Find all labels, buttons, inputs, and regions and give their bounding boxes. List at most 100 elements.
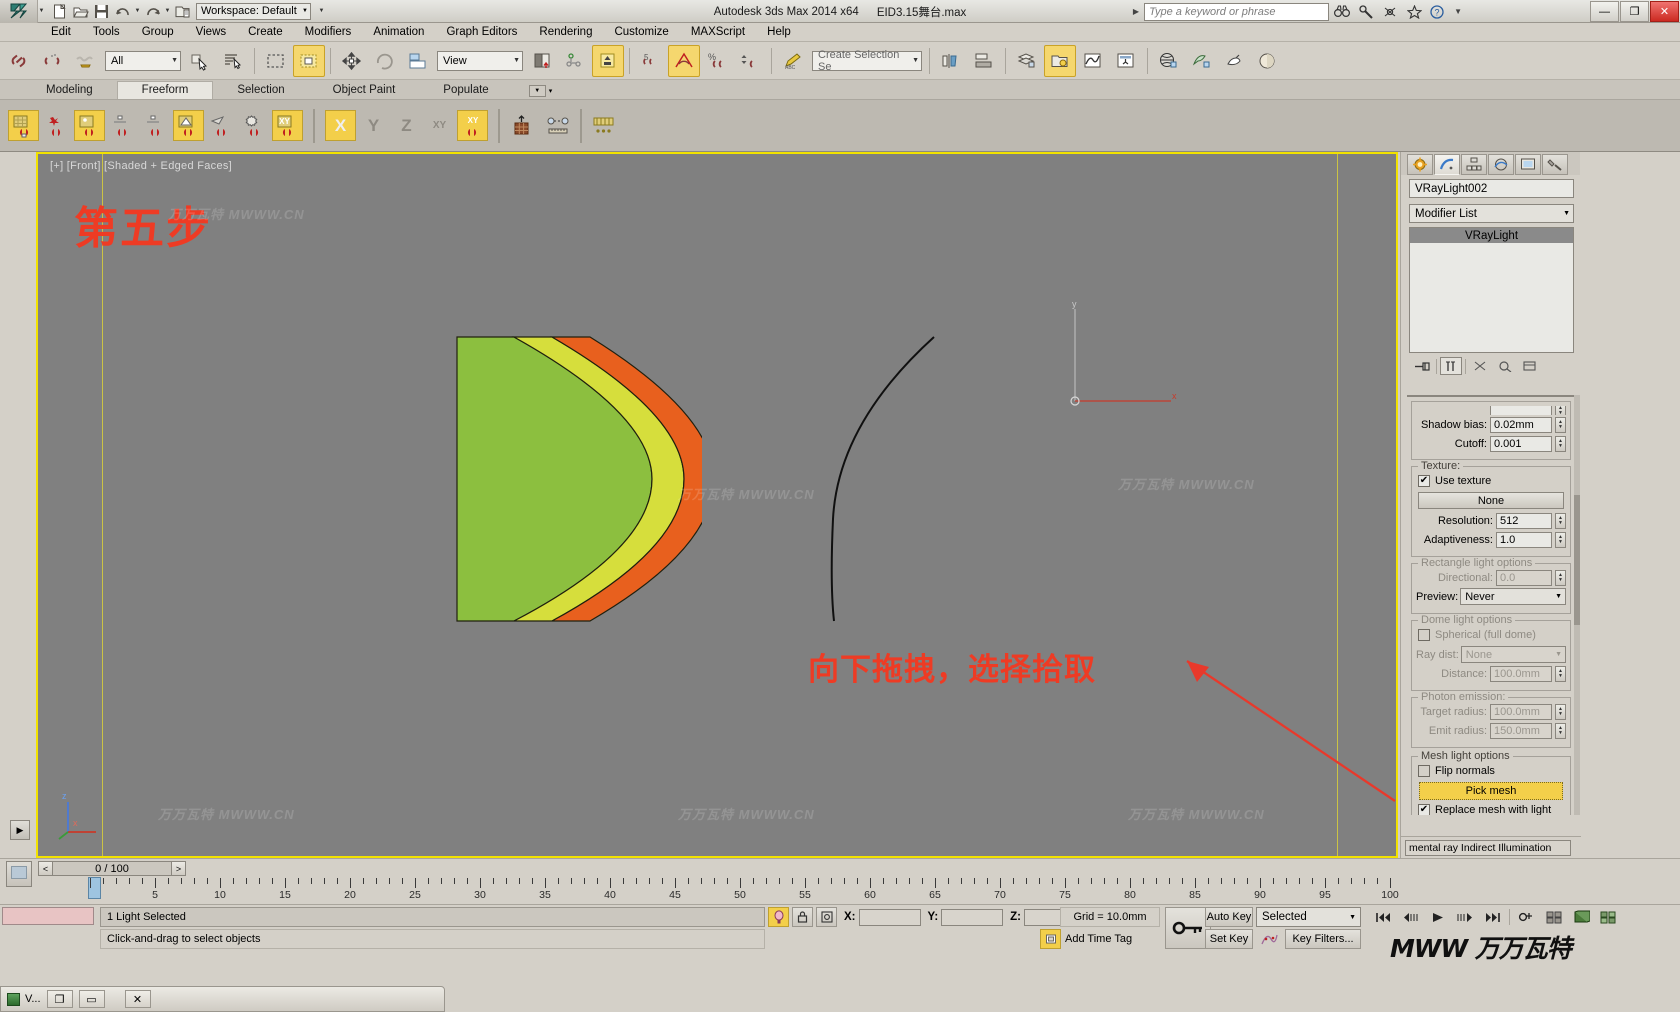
close-button[interactable]: ✕ [1650, 1, 1679, 22]
menu-customize[interactable]: Customize [603, 24, 679, 40]
workspace-chevron-icon[interactable]: ▼ [302, 8, 308, 14]
project-folder-icon[interactable] [173, 2, 192, 21]
angle-snap-active-icon[interactable] [668, 44, 700, 77]
select-and-manipulate-icon[interactable] [559, 45, 591, 77]
flip-normals-checkbox[interactable] [1418, 765, 1430, 777]
ray-dist-chevron-icon[interactable]: ▼ [1555, 651, 1562, 658]
selection-filter-chevron-icon[interactable]: ▼ [171, 57, 178, 64]
angle-snap-toggle-icon[interactable]: 5 [635, 45, 667, 77]
distance-row[interactable]: Distance: 100.0mm ▲ ▼ [1416, 665, 1566, 682]
percent-snap-toggle-icon[interactable]: % [701, 45, 733, 77]
satellite-icon[interactable] [1379, 2, 1401, 21]
adaptiveness-row[interactable]: Adaptiveness: 1.0 ▲ ▼ [1416, 531, 1566, 548]
resolution-row[interactable]: Resolution: 512 ▲ ▼ [1416, 512, 1566, 529]
measure-distance-icon[interactable] [543, 110, 574, 141]
shadow-bias-spinner[interactable]: ▲ ▼ [1555, 416, 1566, 433]
distance-spinner[interactable]: ▲ ▼ [1555, 665, 1566, 682]
redo-chevron-icon[interactable]: ▼ [164, 2, 171, 21]
curve-editor-icon[interactable] [1077, 45, 1109, 77]
make-unique-icon[interactable] [1469, 357, 1491, 375]
current-frame-display[interactable]: 0 / 100 [53, 861, 171, 876]
maximize-viewport-icon[interactable] [1596, 907, 1620, 927]
modifier-stack-item[interactable]: VRayLight [1410, 228, 1573, 243]
modifier-stack[interactable]: VRayLight [1409, 227, 1574, 353]
snaps-toggle-icon[interactable] [592, 44, 624, 77]
create-tab[interactable] [1407, 154, 1433, 175]
time-tag-icon[interactable] [1040, 929, 1061, 949]
taskbar-app-entry[interactable]: V... [7, 992, 41, 1006]
adaptiveness-spinner[interactable]: ▲ ▼ [1555, 531, 1566, 548]
polydraw-object-snap-icon[interactable] [173, 110, 204, 141]
goto-start-icon[interactable] [1372, 907, 1396, 927]
binoculars-icon[interactable] [1331, 2, 1353, 21]
key-mode-toggle-icon[interactable] [1515, 907, 1539, 927]
selection-filter-combo[interactable]: All ▼ [105, 50, 181, 71]
constrain-y-button[interactable]: Y [358, 110, 389, 141]
add-time-tag-area[interactable]: Add Time Tag [1040, 929, 1160, 949]
select-and-rotate-icon[interactable] [369, 45, 401, 77]
play-animation-icon[interactable] [1426, 907, 1450, 927]
time-slider[interactable]: < 0 / 100 > [38, 861, 186, 876]
previous-frame-icon[interactable] [1399, 907, 1423, 927]
key-mode-chevron-icon[interactable]: ▼ [1349, 914, 1356, 921]
menu-views[interactable]: Views [185, 24, 237, 40]
ribbon-tab-selection[interactable]: Selection [213, 82, 308, 99]
key-mode-combo[interactable]: Selected ▼ [1256, 907, 1361, 927]
modify-tab[interactable] [1434, 154, 1460, 175]
distance-input[interactable]: 100.0mm [1490, 665, 1552, 682]
coord-x-input[interactable] [858, 908, 921, 926]
preview-row[interactable]: Preview: Never ▼ [1416, 588, 1566, 605]
prev-frame-button[interactable]: < [38, 861, 53, 876]
use-texture-checkbox[interactable]: ✔ [1418, 475, 1430, 487]
select-and-scale-icon[interactable] [402, 45, 434, 77]
new-icon[interactable] [50, 2, 69, 21]
absolute-relative-transform-toggle-icon[interactable] [816, 907, 837, 927]
constrain-xy-button[interactable]: XY [424, 110, 455, 141]
command-panel-scrollbar-thumb[interactable] [1574, 495, 1580, 625]
reference-coordinate-combo[interactable]: View ▼ [437, 50, 523, 71]
polydraw-grid-snap-icon[interactable] [8, 110, 39, 141]
directional-spinner[interactable]: ▲ ▼ [1555, 569, 1566, 586]
utilities-tab[interactable] [1542, 154, 1568, 175]
minimize-button[interactable]: — [1590, 1, 1619, 22]
wrench-icon[interactable] [1355, 2, 1377, 21]
star-icon[interactable] [1403, 2, 1425, 21]
subdivs-row-clipped[interactable]: ▲ ▼ [1416, 406, 1566, 415]
ray-dist-row[interactable]: Ray dist: None ▼ [1416, 646, 1566, 663]
ribbon-tab-object-paint[interactable]: Object Paint [309, 82, 420, 99]
unlink-selection-icon[interactable] [37, 45, 69, 77]
menu-animation[interactable]: Animation [362, 24, 435, 40]
directional-row[interactable]: Directional: 0.0 ▲ ▼ [1416, 569, 1566, 586]
command-panel-scrollbar[interactable] [1574, 395, 1580, 815]
polydraw-snap-settings-icon[interactable] [239, 110, 270, 141]
use-pivot-point-center-icon[interactable] [526, 45, 558, 77]
pin-stack-icon[interactable] [1411, 357, 1433, 375]
workspace-selector[interactable]: Workspace: Default ▼ [196, 2, 311, 20]
constrain-x-button[interactable]: X [325, 110, 356, 141]
key-filters-button[interactable]: Key Filters... [1285, 929, 1361, 949]
use-texture-row[interactable]: ✔ Use texture [1418, 473, 1566, 489]
viewport-expand-arrow-icon[interactable]: ▶ [10, 820, 30, 840]
reference-coordinate-chevron-icon[interactable]: ▼ [513, 57, 520, 64]
menu-rendering[interactable]: Rendering [528, 24, 603, 40]
selection-lock-toggle-icon[interactable] [768, 907, 789, 927]
maxscript-mini-listener[interactable] [2, 907, 94, 925]
undo-chevron-icon[interactable]: ▼ [134, 2, 141, 21]
configure-modifier-sets-icon[interactable] [1519, 357, 1541, 375]
menu-graph-editors[interactable]: Graph Editors [435, 24, 528, 40]
search-expand-icon[interactable]: ▶ [1130, 7, 1142, 16]
set-key-button[interactable]: Set Key [1205, 929, 1253, 949]
hierarchy-tab[interactable] [1461, 154, 1487, 175]
polydraw-surface-snap-icon[interactable] [74, 110, 105, 141]
texture-map-button[interactable]: None [1418, 492, 1564, 509]
spherical-checkbox[interactable] [1418, 629, 1430, 641]
add-time-tag-label[interactable]: Add Time Tag [1065, 933, 1132, 945]
modifier-list-chevron-icon[interactable]: ▼ [1563, 210, 1570, 217]
paint-options-icon[interactable] [588, 110, 619, 141]
redo-icon[interactable] [143, 2, 162, 21]
pan-view-icon[interactable] [1569, 907, 1593, 927]
spherical-row[interactable]: Spherical (full dome) [1418, 627, 1566, 643]
coord-y-input[interactable] [941, 908, 1004, 926]
maximize-button[interactable]: ❐ [1620, 1, 1649, 22]
open-icon[interactable] [71, 2, 90, 21]
